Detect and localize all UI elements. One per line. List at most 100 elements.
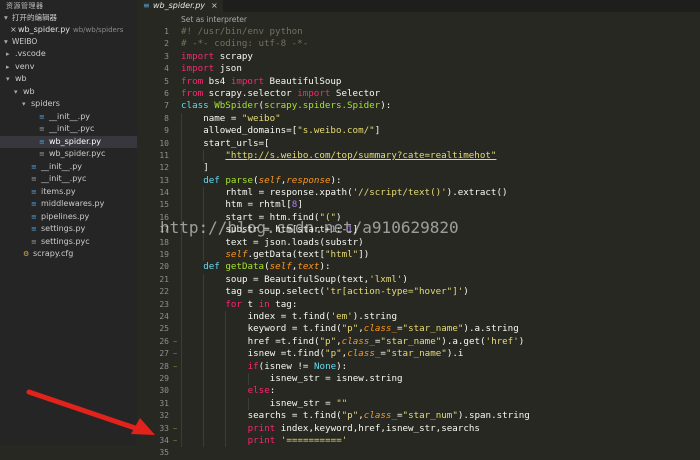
indent-guide [225,348,227,361]
code-line[interactable]: 23 for t in tag: [137,298,700,311]
line-number: 25 [159,324,169,334]
tree-item[interactable]: ≡ __init__.py [0,161,137,174]
code-line[interactable]: 22 tag = soup.select('tr[action-type="hov… [137,286,700,299]
code-line[interactable]: 6 from scrapy.selector import Selector [137,88,700,100]
code-text: isnew_str = "" [270,398,347,410]
tree-item-label: __init__.py [41,161,83,171]
code-line[interactable]: 5 from bs4 import BeautifulSoup [137,76,700,88]
code-token: for [225,298,242,310]
workspace-section[interactable]: ▾ WEIBO [0,36,137,48]
code-line[interactable]: 32 searchs = t.find("p",class_="star_num"… [137,410,700,423]
code-text: import json [181,63,242,75]
code-text: tag = soup.select('tr[action-type="hover… [225,286,468,298]
code-text: import scrapy [181,51,253,63]
code-line[interactable]: 35 [137,447,700,459]
tree-item[interactable]: ▸ venv [0,61,137,74]
indent-guide [181,422,182,435]
code-token: ).string [352,310,397,322]
indent-guide [203,372,205,386]
tree-item[interactable]: ≡ wb_spider.pyc [0,148,137,161]
python-file-icon: ≡ [31,187,37,196]
code-line[interactable]: 26 ~ href =t.find("p",class_="star_name").… [137,335,700,349]
code-line[interactable]: 12] [137,162,700,175]
tree-item[interactable]: ≡ items.py [0,186,137,199]
code-token: # -*- coding: utf-8 -*- [181,38,309,50]
code-line[interactable]: 19 self.getData(text["html"]) [137,249,700,262]
code-line[interactable]: 24 index = t.find('em').string [137,310,700,324]
tree-item[interactable]: ≡ pipelines.py [0,211,137,224]
indent-guide [203,298,205,311]
indent-guide [225,372,227,386]
code-token: BeautifulSoup [264,75,342,87]
tree-item[interactable]: ≡ settings.pyc [0,236,137,249]
indent-guide [225,360,227,373]
workspace-label: WEIBO [12,37,38,46]
tree-item[interactable]: ≡ middlewares.py [0,198,137,211]
code-line[interactable]: 11 "http://s.weibo.com/top/summary?cate=r… [137,149,700,163]
code-line[interactable]: 8 name = "weibo" [137,112,700,126]
tree-item-label: items.py [41,186,76,196]
tree-item[interactable]: ≡ wb_spider.py [0,135,137,148]
indent-guide [181,273,182,287]
code-line[interactable]: 10 start_urls=[ [137,137,700,150]
code-line[interactable]: 20 def getData(self,text): [137,261,700,274]
code-line[interactable]: 1 #! /usr/bin/env python [137,26,700,38]
code-token: ] [297,199,303,211]
code-line[interactable]: 13 def parse(self,response): [137,174,700,188]
tab-wb-spider[interactable]: ≡ wb_spider.py × [137,0,223,12]
code-line[interactable]: 3 import scrapy [137,51,700,63]
code-token: def [203,261,220,273]
tree-item[interactable]: ≡ __init__.pyc [0,123,137,136]
open-editor-item[interactable]: ×wb_spider.py wb/wb/spiders [0,24,137,36]
indent-guide [203,323,205,336]
code-line[interactable]: 31 isnew_str = "" [137,397,700,411]
file-icon: ≡ [39,125,45,133]
tree-item[interactable]: ≡ __init__.py [0,111,137,124]
code-token: isnew_str = [269,397,337,409]
explorer-title: 资源管理器 [6,2,44,10]
code-line[interactable]: 25 keyword = t.find("p",class_="star_name… [137,323,700,336]
line-number: 5 [164,76,169,86]
line-number: 27 [159,349,169,359]
indent-guide [225,434,227,448]
code-line[interactable]: 34 ~ print '==========' [137,434,700,448]
tree-item[interactable]: ▾ wb [0,86,137,99]
code-token: "s.weibo.com/" [297,125,375,137]
indent-guide [203,199,205,212]
code-text: if(isnew != None): [248,361,348,373]
close-icon[interactable]: × [211,0,218,12]
config-file-icon: ⚙ [23,250,30,258]
code-text: def parse(self,response): [203,175,341,187]
code-line[interactable]: 4 import json [137,63,700,75]
indent-guide [181,261,182,274]
code-line[interactable]: 28 ~ if(isnew != None): [137,360,700,373]
code-token: "html" [324,249,359,261]
code-line[interactable]: 30 else: [137,385,700,398]
code-token: parse [225,174,254,186]
close-icon[interactable]: × [10,24,18,36]
watermark-text: http://blog.csdn.net/a910629820 [160,218,459,237]
tree-item[interactable]: ≡ __init__.pyc [0,173,137,186]
code-line[interactable]: 18 text = json.loads(substr) [137,236,700,250]
tree-item[interactable]: ▾ spiders [0,98,137,111]
code-line[interactable]: 7 class WbSpider(scrapy.spiders.Spider): [137,100,700,112]
code-line[interactable]: 33 ~ print index,keyword,href,isnew_str,se… [137,422,700,435]
code-line[interactable]: 27 ~ isnew =t.find("p",class_="star_name")… [137,348,700,361]
code-line[interactable]: 29 isnew_str = isnew.string [137,372,700,386]
tree-item[interactable]: ▸ .vscode [0,48,137,61]
code-line[interactable]: 2 # -*- coding: utf-8 -*- [137,38,700,50]
code-token: else [247,385,270,397]
tree-item[interactable]: ≡ settings.py [0,223,137,236]
code-token: (isnew != [258,360,314,372]
code-line[interactable]: 15 htm = rhtml[8] [137,199,700,212]
tree-item[interactable]: ⚙ scrapy.cfg [0,248,137,261]
code-line[interactable]: 14 rhtml = response.xpath('//script/text(… [137,187,700,200]
tree-item[interactable]: ▾ wb [0,73,137,86]
interpreter-hint[interactable]: Set as interpreter [181,15,247,24]
code-text: from scrapy.selector import Selector [181,88,380,100]
open-editors-section[interactable]: ▾ 打开的编辑器 [0,12,137,24]
code-text: self.getData(text["html"]) [225,249,369,261]
code-line[interactable]: 21 soup = BeautifulSoup(text,'lxml') [137,273,700,287]
code-line[interactable]: 9 allowed_domains=["s.weibo.com/"] [137,125,700,138]
code-token: class_ [363,410,397,422]
